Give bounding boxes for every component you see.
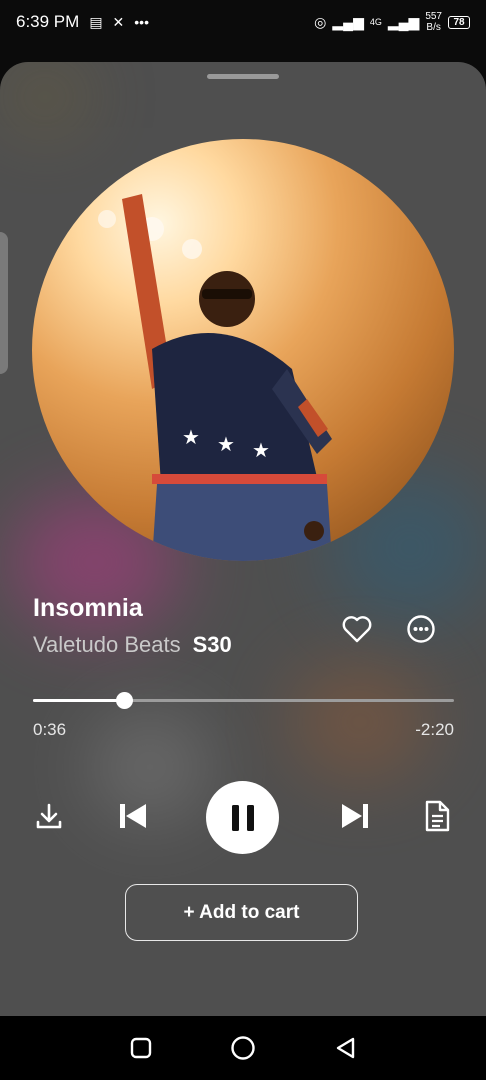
- battery-icon: 78: [448, 15, 470, 29]
- system-nav-bar: [0, 1016, 486, 1080]
- pause-icon: [231, 804, 254, 831]
- add-to-cart-button[interactable]: + Add to cart: [125, 884, 358, 941]
- pause-button[interactable]: [206, 781, 279, 854]
- signal-2-icon: ▂▄▆: [387, 14, 420, 30]
- news-icon: ▤: [89, 14, 103, 30]
- x-icon: ✕: [112, 14, 125, 30]
- svg-text:★: ★: [217, 432, 235, 456]
- artist-name[interactable]: Valetudo Beats: [33, 632, 181, 658]
- player-sheet: ★ ★ ★ Insomnia Valetudo Beats S30 0:36 -…: [0, 62, 486, 1016]
- elapsed-time: 0:36: [33, 720, 67, 739]
- background-blur: [0, 62, 90, 132]
- back-triangle-icon: [336, 1037, 355, 1059]
- download-icon: [36, 803, 62, 829]
- square-icon: [130, 1037, 152, 1059]
- svg-text:★: ★: [252, 438, 270, 462]
- home-button[interactable]: [229, 1034, 257, 1062]
- side-drawer-handle[interactable]: [0, 232, 8, 374]
- background-blur: [290, 662, 430, 782]
- track-title: Insomnia: [33, 594, 143, 622]
- recents-button[interactable]: [127, 1034, 155, 1062]
- skip-next-icon: [342, 804, 368, 828]
- hotspot-icon: ◎: [314, 14, 327, 30]
- next-button[interactable]: [334, 792, 376, 840]
- circle-icon: [231, 1036, 255, 1060]
- more-notifications-icon: •••: [134, 14, 149, 30]
- album-cover: ★ ★ ★: [32, 139, 454, 561]
- lyrics-button[interactable]: [418, 792, 456, 840]
- net-speed: 557 B/s: [425, 11, 442, 33]
- download-button[interactable]: [30, 792, 68, 840]
- back-button[interactable]: [331, 1034, 359, 1062]
- seek-bar-thumb[interactable]: [115, 692, 133, 709]
- status-time: 6:39 PM: [16, 12, 80, 31]
- network-type: 4G: [369, 17, 382, 27]
- more-horizontal-icon: [407, 615, 435, 643]
- track-code: S30: [192, 632, 232, 657]
- skip-previous-icon: [120, 804, 146, 828]
- svg-text:★: ★: [182, 425, 200, 449]
- remaining-time: -2:20: [415, 720, 454, 739]
- document-icon: [425, 800, 450, 832]
- sheet-drag-handle[interactable]: [207, 74, 279, 79]
- track-subtitle: Valetudo Beats S30: [33, 632, 232, 658]
- status-bar: 6:39 PM ▤ ✕ ••• ◎ ▂▄▆ 4G ▂▄▆ 557 B/s 78: [0, 0, 486, 44]
- signal-icon: ▂▄▆: [332, 14, 364, 30]
- seek-bar[interactable]: [33, 692, 454, 709]
- previous-button[interactable]: [112, 792, 154, 840]
- heart-icon: [342, 616, 372, 643]
- more-options-button[interactable]: [404, 612, 438, 646]
- like-button[interactable]: [340, 612, 374, 646]
- seek-bar-progress: [33, 699, 124, 702]
